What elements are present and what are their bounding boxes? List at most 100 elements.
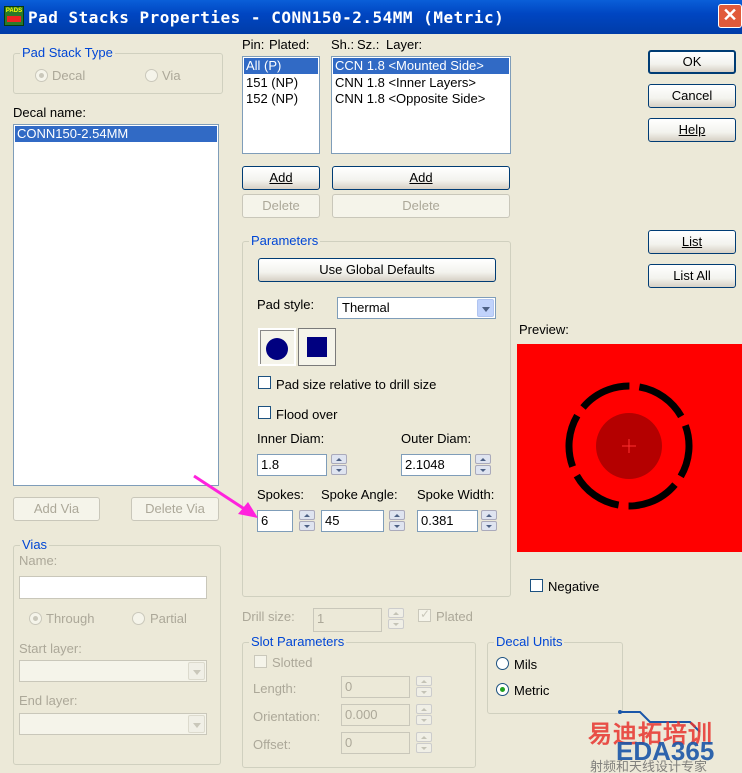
preview-label: Preview:: [519, 322, 569, 337]
cancel-button[interactable]: Cancel: [648, 84, 736, 108]
help-button[interactable]: Help: [648, 118, 736, 142]
through-radio[interactable]: [29, 612, 42, 625]
orientation-label: Orientation:: [253, 709, 321, 724]
slotted-checkbox[interactable]: [254, 655, 267, 668]
list-all-button[interactable]: List All: [648, 264, 736, 288]
chevron-down-icon: [188, 715, 205, 733]
layer-add-button[interactable]: Add: [332, 166, 510, 190]
annotation-arrow-icon: [193, 474, 258, 518]
thermal-pad-preview-icon: [565, 382, 693, 510]
plated-checkbox[interactable]: [418, 607, 431, 622]
title-bar[interactable]: PADS Pad Stacks Properties - CONN150-2.5…: [0, 0, 742, 34]
plated-header: Plated:: [269, 37, 310, 52]
pin-add-button[interactable]: Add: [242, 166, 320, 190]
mils-label: Mils: [514, 657, 538, 672]
pad-stack-type-legend: Pad Stack Type: [20, 45, 115, 60]
drill-size-input[interactable]: 1: [313, 608, 382, 632]
through-label: Through: [46, 611, 95, 626]
ok-button[interactable]: OK: [648, 50, 736, 74]
outer-diam-input[interactable]: 2.1048: [401, 454, 471, 476]
sz-header: Sz.:: [357, 37, 380, 52]
watermark-sub: 射频和天线设计专家: [590, 759, 708, 773]
spoke-width-input[interactable]: 0.381: [417, 510, 478, 532]
partial-radio[interactable]: [132, 612, 145, 625]
close-button[interactable]: ✕: [718, 4, 742, 28]
pin-add-label: Add: [269, 170, 293, 185]
plated-label: Plated: [436, 609, 473, 624]
add-via-button[interactable]: Add Via: [13, 497, 100, 521]
layer-item[interactable]: CNN 1.8 <Opposite Side>: [333, 91, 509, 107]
pin-item[interactable]: 152 (NP): [244, 91, 318, 107]
inner-diam-spinner[interactable]: [331, 454, 347, 476]
chevron-down-icon: [477, 299, 494, 317]
decal-units-legend: Decal Units: [494, 634, 565, 649]
layer-list[interactable]: CCN 1.8 <Mounted Side> CNN 1.8 <Inner La…: [331, 56, 511, 154]
pin-item[interactable]: All (P): [244, 58, 318, 74]
outer-diam-spinner[interactable]: [475, 454, 491, 476]
decal-units-group: Decal Units: [487, 634, 623, 714]
layer-add-label: Add: [409, 170, 433, 185]
pin-delete-button[interactable]: Delete: [242, 194, 320, 218]
metric-label: Metric: [514, 683, 550, 698]
drill-size-label: Drill size:: [242, 609, 295, 624]
pad-style-select[interactable]: Thermal: [337, 297, 496, 319]
orientation-input[interactable]: 0.000: [341, 704, 410, 726]
layer-item[interactable]: CNN 1.8 <Inner Layers>: [333, 75, 509, 91]
chevron-down-icon: [188, 662, 205, 680]
layer-delete-button[interactable]: Delete: [332, 194, 510, 218]
square-pad-button[interactable]: [298, 328, 336, 366]
round-pad-button[interactable]: [258, 328, 296, 366]
window-title: Pad Stacks Properties - CONN150-2.54MM (…: [28, 8, 505, 27]
layer-header: Layer:: [386, 37, 423, 52]
length-input[interactable]: 0: [341, 676, 410, 698]
orientation-spinner[interactable]: [416, 704, 432, 726]
drill-size-spinner[interactable]: [388, 608, 404, 630]
end-layer-label: End layer:: [19, 693, 78, 708]
decal-name-item[interactable]: CONN150-2.54MM: [15, 126, 217, 142]
pin-list[interactable]: All (P) 151 (NP) 152 (NP): [242, 56, 320, 154]
outer-diam-label: Outer Diam:: [401, 431, 472, 446]
spokes-spinner[interactable]: [299, 510, 315, 532]
end-layer-select[interactable]: [19, 713, 207, 735]
start-layer-label: Start layer:: [19, 641, 82, 656]
spoke-angle-spinner[interactable]: [389, 510, 405, 532]
length-spinner[interactable]: [416, 676, 432, 698]
help-label: Help: [678, 122, 706, 137]
flood-over-checkbox[interactable]: [258, 406, 271, 419]
flood-over-label: Flood over: [276, 407, 338, 422]
via-name-label: Name:: [19, 553, 58, 568]
negative-label: Negative: [548, 579, 600, 594]
offset-spinner[interactable]: [416, 732, 432, 754]
pad-style-value: Thermal: [342, 300, 390, 315]
pin-header: Pin:: [242, 37, 265, 52]
offset-input[interactable]: 0: [341, 732, 410, 754]
list-label: List: [681, 234, 703, 249]
pad-style-label: Pad style:: [257, 297, 315, 312]
spoke-width-spinner[interactable]: [481, 510, 497, 532]
slot-parameters-legend: Slot Parameters: [249, 634, 347, 649]
decal-radio-label: Decal: [52, 68, 86, 83]
decal-name-label: Decal name:: [13, 105, 86, 120]
watermark-logo: 易迪拓培训 EDA365 射频和天线设计专家: [580, 710, 742, 773]
pin-item[interactable]: 151 (NP): [244, 75, 318, 91]
list-button[interactable]: List: [648, 230, 736, 254]
decal-radio[interactable]: [35, 69, 48, 82]
use-global-defaults-button[interactable]: Use Global Defaults: [258, 258, 496, 282]
decal-name-list[interactable]: CONN150-2.54MM: [13, 124, 219, 486]
spoke-angle-label: Spoke Angle:: [321, 487, 398, 502]
vias-legend: Vias: [20, 537, 50, 552]
via-name-input[interactable]: [19, 576, 207, 599]
layer-item[interactable]: CCN 1.8 <Mounted Side>: [333, 58, 509, 74]
spoke-angle-input[interactable]: 45: [321, 510, 384, 532]
mils-radio[interactable]: [496, 657, 509, 670]
pad-size-relative-checkbox[interactable]: [258, 376, 271, 389]
length-label: Length:: [253, 681, 297, 696]
pads-app-icon: PADS: [4, 6, 24, 26]
spoke-width-label: Spoke Width:: [417, 487, 495, 502]
start-layer-select[interactable]: [19, 660, 207, 682]
negative-checkbox[interactable]: [530, 579, 543, 592]
via-radio-label: Via: [162, 68, 181, 83]
pad-size-relative-label: Pad size relative to drill size: [276, 377, 437, 392]
via-radio[interactable]: [145, 69, 158, 82]
metric-radio[interactable]: [496, 683, 509, 696]
